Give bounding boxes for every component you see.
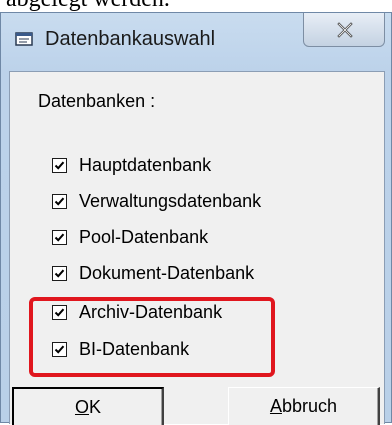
- ok-button[interactable]: OK: [12, 387, 164, 425]
- close-button[interactable]: [303, 13, 385, 47]
- checkbox-label: Hauptdatenbank: [79, 154, 212, 175]
- checkmark-icon: [54, 233, 65, 242]
- cancel-accelerator: A: [269, 396, 282, 416]
- checkmark-icon: [54, 197, 65, 206]
- checkbox-box[interactable]: [52, 193, 67, 209]
- close-icon: [337, 22, 353, 38]
- highlight-box: [29, 297, 275, 377]
- checkmark-icon: [54, 161, 65, 170]
- checkbox-box[interactable]: [52, 157, 67, 173]
- checkmark-icon: [54, 269, 65, 278]
- checkbox-label: Dokument-Datenbank: [79, 262, 255, 283]
- checkbox-dokument-datenbank[interactable]: Dokument-Datenbank: [52, 260, 254, 286]
- dialog-client-area: Datenbanken : Hauptdatenbank Verwaltungs…: [9, 71, 385, 425]
- title-bar[interactable]: Datenbankauswahl: [1, 13, 391, 71]
- checkbox-box[interactable]: [52, 265, 67, 281]
- databases-group-label: Datenbanken :: [38, 91, 156, 111]
- checkbox-box[interactable]: [52, 229, 67, 245]
- ok-label-rest: K: [89, 397, 102, 417]
- checkbox-pool-datenbank[interactable]: Pool-Datenbank: [52, 224, 208, 250]
- window-title: Datenbankauswahl: [45, 28, 216, 50]
- cancel-label-rest: bbruch: [281, 396, 338, 416]
- checkbox-hauptdatenbank[interactable]: Hauptdatenbank: [52, 152, 211, 178]
- cancel-button[interactable]: Abbruch: [228, 387, 380, 425]
- ok-accelerator: O: [74, 397, 89, 417]
- checkbox-label: Pool-Datenbank: [79, 226, 209, 247]
- database-window-icon: [15, 31, 35, 47]
- checkbox-label: Verwaltungsdatenbank: [79, 190, 262, 211]
- dialog-window: Datenbankauswahl Datenbanken : Hauptdate…: [0, 12, 392, 425]
- checkbox-verwaltungsdatenbank[interactable]: Verwaltungsdatenbank: [52, 188, 261, 214]
